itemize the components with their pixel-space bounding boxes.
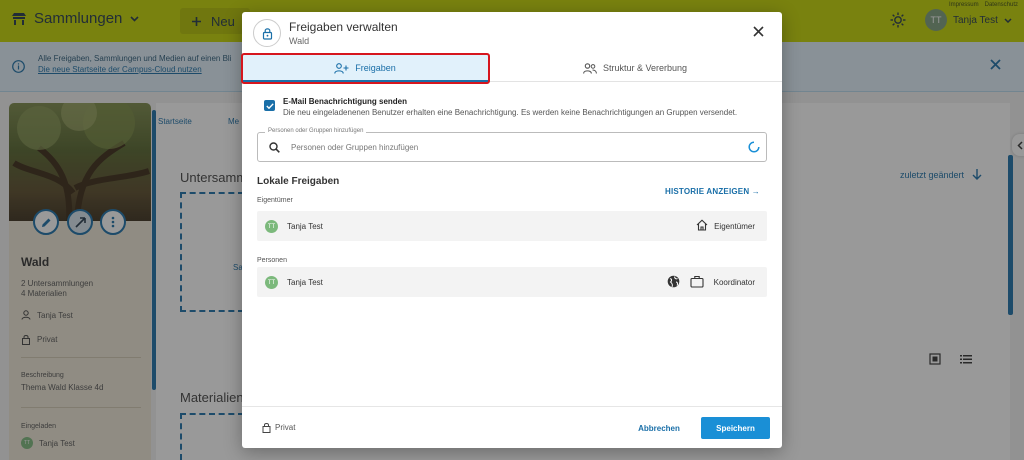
dialog-header: Freigaben verwalten Wald <box>242 12 782 54</box>
email-notify-description: Die neu eingeladenenen Benutzer erhalten… <box>283 108 738 117</box>
lock-icon <box>262 422 271 433</box>
dialog-subtitle: Wald <box>289 36 310 46</box>
dialog-footer: Privat Abbrechen Speichern <box>242 406 782 448</box>
persons-group-label: Personen <box>257 257 287 264</box>
globe-icon[interactable] <box>667 275 680 288</box>
search-field: Personen oder Gruppen hinzufügen <box>257 128 767 162</box>
highlight-box <box>241 53 490 84</box>
email-notify-checkbox[interactable] <box>264 100 275 111</box>
group-icon <box>583 62 597 74</box>
history-link[interactable]: HISTORIE ANZEIGEN → <box>665 187 760 196</box>
person-entry-role[interactable]: Koordinator <box>714 278 755 287</box>
visibility-indicator: Privat <box>262 422 295 433</box>
search-input[interactable] <box>291 139 731 155</box>
owner-entry-name: Tanja Test <box>287 222 323 231</box>
person-entry: TT Tanja Test Koordinator <box>257 267 767 297</box>
loading-spinner-icon <box>748 141 760 153</box>
avatar: TT <box>265 220 278 233</box>
lock-icon <box>253 19 281 47</box>
dialog-title: Freigaben verwalten <box>289 20 398 34</box>
search-icon <box>269 142 280 153</box>
briefcase-icon[interactable] <box>690 275 704 288</box>
avatar: TT <box>265 276 278 289</box>
owner-group-label: Eigentümer <box>257 197 293 204</box>
cancel-button[interactable]: Abbrechen <box>632 418 686 438</box>
owner-entry: TT Tanja Test Eigentümer <box>257 211 767 241</box>
save-button[interactable]: Speichern <box>701 417 770 439</box>
search-legend: Personen oder Gruppen hinzufügen <box>265 128 367 134</box>
home-icon <box>696 219 708 231</box>
close-icon[interactable] <box>753 26 764 37</box>
person-entry-name: Tanja Test <box>287 278 323 287</box>
owner-entry-role: Eigentümer <box>714 222 755 231</box>
visibility-label: Privat <box>275 423 296 432</box>
email-notify-label[interactable]: E-Mail Benachrichtigung senden <box>283 97 407 106</box>
tab-structure-label: Struktur & Vererbung <box>602 63 688 73</box>
local-shares-heading: Lokale Freigaben <box>257 176 340 187</box>
tab-structure-inheritance[interactable]: Struktur & Vererbung <box>488 54 782 82</box>
